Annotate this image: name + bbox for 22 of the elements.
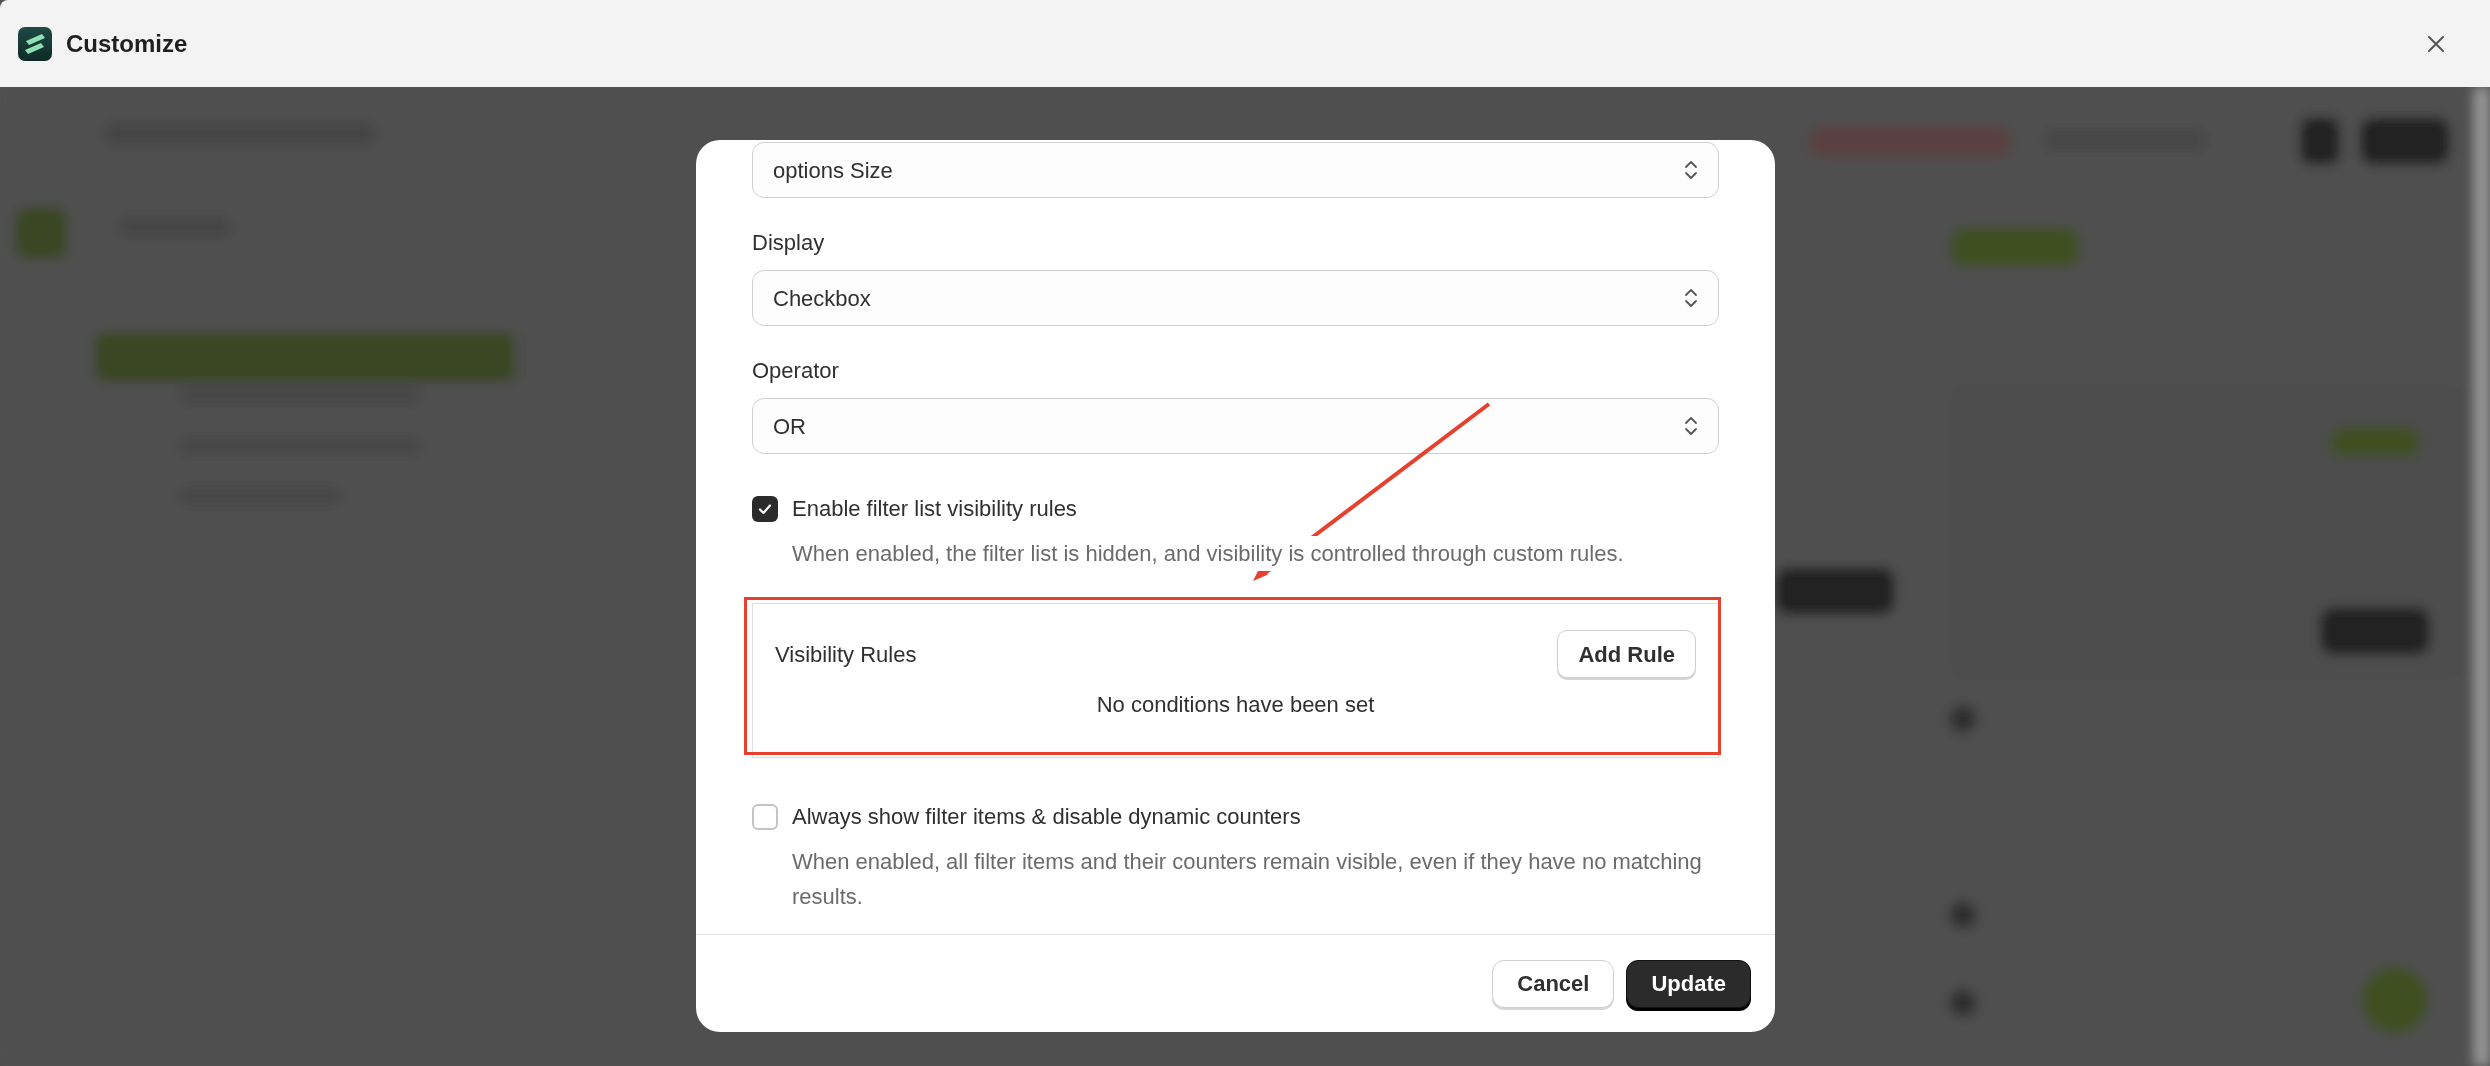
- checkbox[interactable]: [752, 496, 778, 522]
- checkbox[interactable]: [752, 804, 778, 830]
- checkbox-label: Always show filter items & disable dynamic counters: [792, 803, 1302, 831]
- field-label: Operator: [752, 357, 840, 385]
- chevron-updown-icon: [1684, 159, 1698, 181]
- field-label: Display: [752, 229, 826, 257]
- help-text: When enabled, the filter list is hidden, and visibility is controlled through custom rules.: [792, 536, 1624, 571]
- app-logo-icon: [18, 26, 52, 61]
- close-icon[interactable]: [2426, 33, 2446, 54]
- check-icon: [757, 501, 773, 517]
- select-field[interactable]: OR: [752, 398, 1719, 454]
- window-title: Customize: [66, 28, 188, 59]
- select-field[interactable]: options Size: [752, 142, 1719, 198]
- select-field[interactable]: Checkbox: [752, 270, 1719, 326]
- chevron-updown-icon: [1684, 287, 1698, 309]
- add-rule-button[interactable]: Add Rule: [1557, 630, 1696, 678]
- section-title: Visibility Rules: [775, 640, 917, 669]
- update-button[interactable]: Update: [1626, 959, 1751, 1008]
- cancel-button[interactable]: Cancel: [1492, 959, 1615, 1008]
- checkbox-label: Enable filter list visibility rules: [792, 495, 1078, 523]
- empty-state-text: No conditions have been set: [1095, 691, 1376, 719]
- chevron-updown-icon: [1684, 415, 1698, 437]
